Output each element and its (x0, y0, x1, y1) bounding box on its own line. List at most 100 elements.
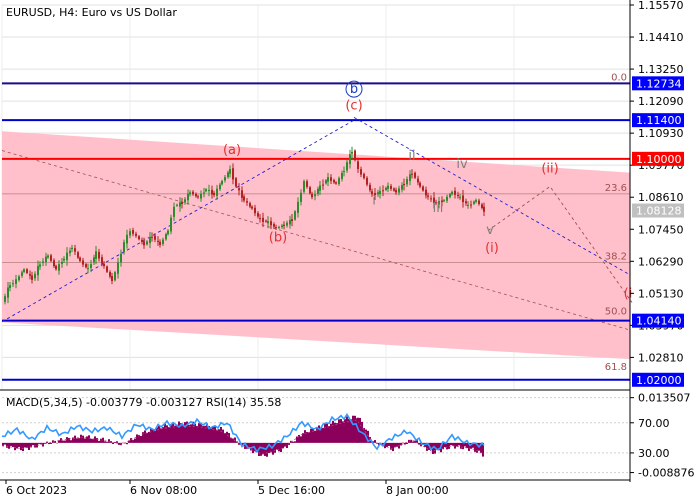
macd-bar (88, 435, 90, 443)
candle-body (235, 178, 237, 187)
macd-bar (4, 442, 6, 445)
macd-bar (326, 423, 328, 443)
indicator-tick-label-0: 0.013507 (638, 392, 691, 405)
candle-body (66, 252, 68, 261)
fib-label-3: 50.0 (605, 307, 627, 318)
candle-body (221, 180, 223, 185)
macd-bar (34, 442, 36, 448)
candle-body (379, 190, 381, 195)
macd-bar (300, 436, 302, 443)
candle-body (306, 181, 308, 187)
y-tick-label-6: 1.08610 (638, 191, 684, 204)
macd-bar (132, 440, 134, 443)
candle-body (50, 255, 52, 261)
macd-bar (196, 425, 198, 443)
candle-body (211, 189, 213, 195)
candle-body (77, 252, 79, 258)
candle-body (29, 274, 31, 276)
macd-bar (62, 440, 64, 443)
fib-label-1: 23.6 (605, 183, 627, 194)
candle-body (262, 217, 264, 222)
macd-bar (172, 422, 174, 443)
candle-body (93, 257, 95, 263)
candle-body (101, 257, 103, 264)
macd-bar (224, 433, 226, 443)
candle-body (317, 188, 319, 194)
candle-body (411, 173, 413, 175)
candle-body (401, 185, 403, 190)
wave-label-4: i (372, 193, 376, 208)
macd-bar (348, 418, 350, 443)
fib-label-2: 38.2 (605, 251, 627, 262)
candle-body (457, 194, 459, 196)
candle-body (192, 191, 194, 195)
macd-bar (340, 419, 342, 443)
candle-body (278, 226, 280, 228)
macd-bar (94, 436, 96, 443)
wave-label-0: (a) (223, 143, 241, 158)
candle-body (354, 150, 356, 161)
macd-bar (466, 442, 468, 449)
macd-bar (116, 441, 118, 443)
macd-bar (10, 442, 12, 446)
macd-bar (26, 442, 28, 448)
y-tick-label-11: 1.02810 (638, 351, 684, 364)
candle-body (90, 264, 92, 268)
candle-body (341, 172, 343, 180)
x-tick-label-3: 8 Jan 00:00 (386, 484, 449, 497)
candle-body (265, 220, 267, 222)
macd-bar (292, 441, 294, 443)
macd-bar (76, 438, 78, 443)
candle-body (173, 206, 175, 217)
main-chart-title: EURUSD, H4: Euro vs US Dollar (6, 6, 177, 19)
macd-bar (14, 442, 16, 451)
macd-bar (218, 429, 220, 443)
macd-bar (406, 442, 408, 445)
fib-label-0: 0.0 (611, 72, 627, 83)
candle-body (159, 241, 161, 245)
macd-bar (228, 433, 230, 443)
price-label-4: 1.04140 (636, 315, 682, 328)
candle-body (232, 168, 234, 180)
macd-bar (310, 428, 312, 443)
macd-bar (38, 442, 40, 444)
macd-bar (210, 428, 212, 443)
candle-body (249, 203, 251, 207)
macd-bar (106, 441, 108, 443)
candle-body (369, 184, 371, 191)
candle-body (109, 272, 111, 277)
candle-body (95, 251, 97, 259)
y-tick-label-9: 1.05130 (638, 287, 684, 300)
candle-body (85, 264, 87, 268)
candle-body (481, 204, 483, 208)
candle-body (297, 201, 299, 213)
candle-body (74, 248, 76, 252)
wave-label-3: b (350, 82, 358, 97)
macd-bar (188, 424, 190, 443)
candle-body (114, 272, 116, 281)
macd-bar (278, 442, 280, 452)
macd-bar (174, 425, 176, 443)
macd-bar (462, 442, 464, 450)
macd-bar (294, 441, 296, 443)
macd-bar (308, 432, 310, 443)
candle-body (319, 185, 321, 191)
macd-bar (324, 424, 326, 443)
candle-body (143, 241, 145, 246)
candle-body (45, 256, 47, 262)
candle-body (377, 192, 379, 195)
candle-body (135, 233, 137, 236)
candle-body (224, 177, 226, 181)
macd-bar (352, 415, 354, 443)
macd-bar (24, 442, 26, 448)
macd-bar (334, 422, 336, 443)
y-tick-label-8: 1.06290 (638, 255, 684, 268)
macd-bar (176, 424, 178, 443)
candle-body (363, 173, 365, 179)
candle-body (270, 221, 272, 226)
candle-body (203, 192, 205, 194)
candle-body (71, 247, 73, 250)
candle-body (7, 287, 9, 298)
indicator-tick-label-3: -0.008876 (638, 467, 694, 480)
candle-body (69, 250, 71, 254)
